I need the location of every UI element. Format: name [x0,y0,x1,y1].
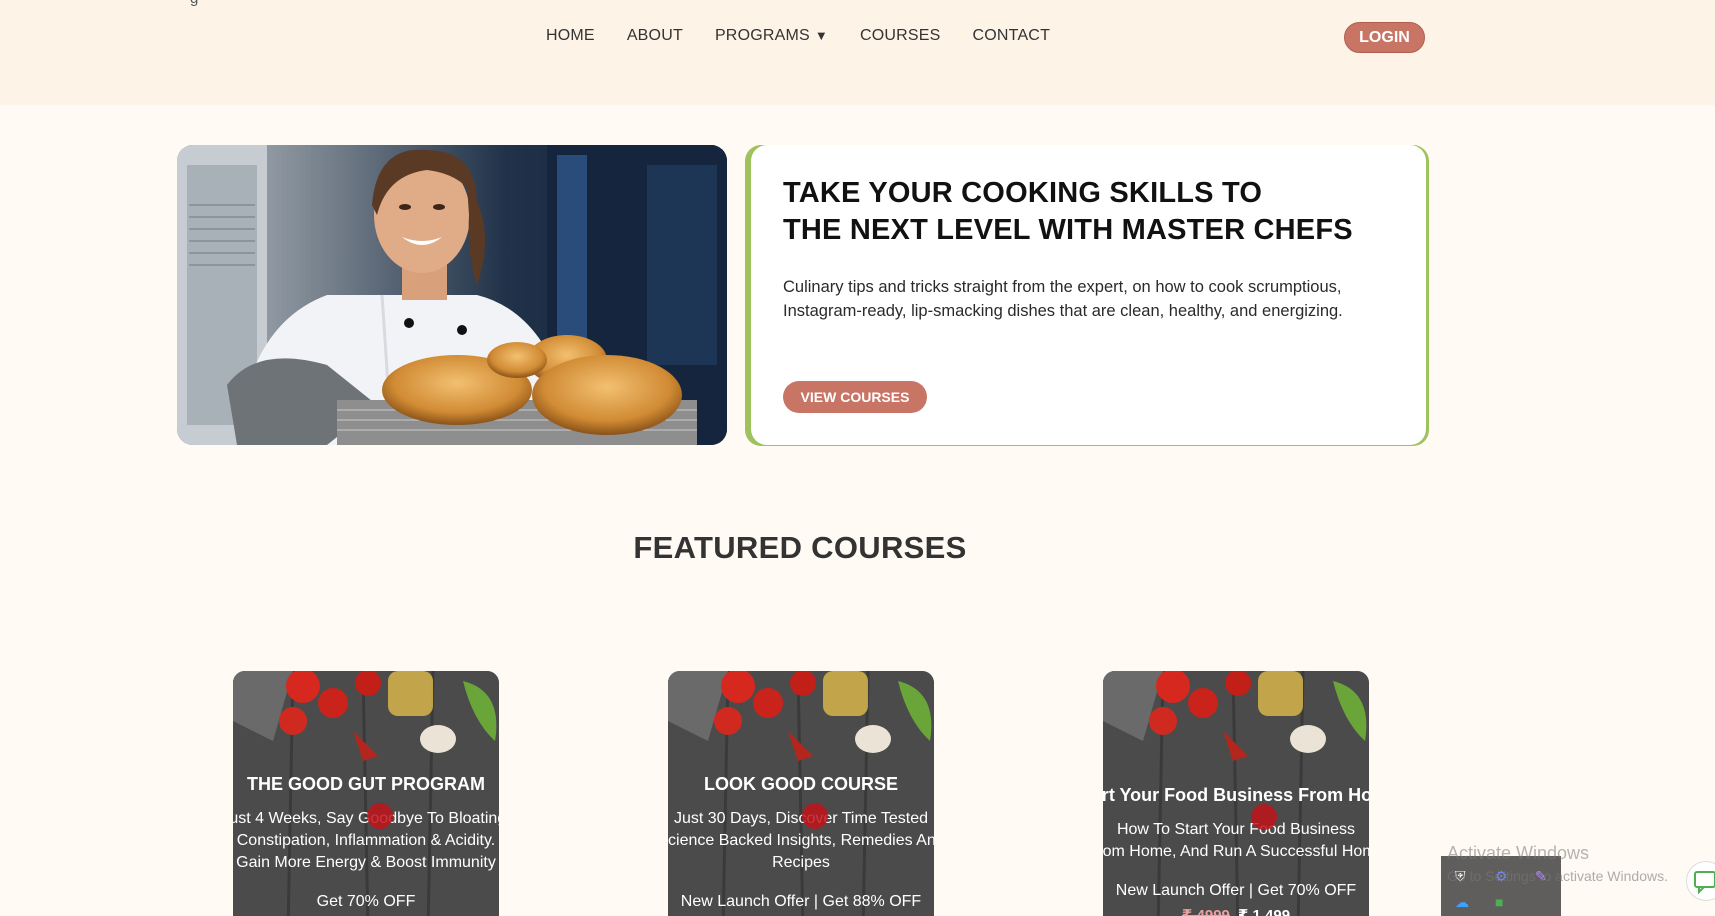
activate-windows-subtitle: Go to Settings to activate Windows. [1447,868,1668,884]
green-app-icon[interactable]: ■ [1495,894,1503,910]
red-dot-marker [802,803,828,829]
system-tray-overflow: ⛨ ⚙ ✎ ☁ ■ [1441,856,1561,916]
nav-about[interactable]: ABOUT [627,27,683,45]
course-title: LOOK GOOD COURSE [703,774,898,794]
main-nav: HOME ABOUT PROGRAMS ▼ COURSES CONTACT [546,27,1050,45]
course-desc-line: Just 4 Weeks, Say Goodbye To Bloating, [233,810,499,827]
chat-widget-button[interactable] [1686,861,1715,901]
red-dot-marker [367,803,393,829]
view-courses-button[interactable]: VIEW COURSES [783,381,927,413]
course-card-good-gut[interactable]: THE GOOD GUT PROGRAM Just 4 Weeks, Say G… [233,671,499,916]
nav-programs[interactable]: PROGRAMS ▼ [715,27,828,45]
cloud-icon[interactable]: ☁ [1455,894,1469,911]
course-desc-line: Recipes [772,854,830,871]
hero-image-chef [177,145,727,445]
chef-illustration [177,145,727,445]
course-title: Start Your Food Business From Home [1103,785,1369,805]
red-dot-marker [1251,804,1277,830]
nav-home[interactable]: HOME [546,27,595,45]
hero-title-line-1: TAKE YOUR COOKING SKILLS TO [783,177,1263,209]
nav-programs-label: PROGRAMS [714,27,810,44]
nav-courses[interactable]: COURSES [860,27,941,45]
course-card-look-good[interactable]: LOOK GOOD COURSE Just 30 Days, Discover … [668,671,934,916]
course-price-old: ₹ 4999 [1181,907,1230,916]
course-title: THE GOOD GUT PROGRAM [247,774,485,794]
course-desc-line: Constipation, Inflammation & Acidity. [236,832,496,849]
course-description: How To Start Your Food Business From Hom… [1103,819,1369,863]
site-header: g HOME ABOUT PROGRAMS ▼ COURSES CONTACT L… [0,0,1715,105]
hero-title-line-2: THE NEXT LEVEL WITH MASTER CHEFS [783,214,1353,246]
course-price: ₹ 4999 ₹ 1,499 [1103,906,1369,916]
course-desc-line: How To Start Your Food Business [1116,821,1356,838]
nav-contact[interactable]: CONTACT [973,27,1051,45]
hero-card: TAKE YOUR COOKING SKILLS TO THE NEXT LEV… [751,145,1426,445]
course-desc-line: Gain More Energy & Boost Immunity [236,854,496,871]
activate-windows-title: Activate Windows [1447,843,1590,863]
course-desc-line: Science Backed Insights, Remedies And [668,832,934,849]
course-card-food-business[interactable]: Start Your Food Business From Home How T… [1103,671,1369,916]
course-price-new: ₹ 1,499 [1237,907,1291,916]
caret-down-icon: ▼ [814,28,828,43]
course-desc-line: From Home, And Run A Successful Home [1103,843,1369,860]
logo-fragment[interactable]: g [190,0,198,7]
hero-title: TAKE YOUR COOKING SKILLS TO THE NEXT LEV… [783,175,1403,249]
login-button[interactable]: LOGIN [1344,22,1425,53]
course-offer: Get 70% OFF [316,893,416,910]
course-description: Just 4 Weeks, Say Goodbye To Bloating, C… [233,808,499,874]
hero-description: Culinary tips and tricks straight from t… [783,278,1343,320]
chat-icon [1694,871,1715,895]
featured-courses-heading: FEATURED COURSES [633,530,967,565]
course-offer: New Launch Offer | Get 70% OFF [1115,882,1357,899]
course-offer: New Launch Offer | Get 88% OFF [680,893,922,910]
course-desc-line: Just 30 Days, Discover Time Tested [673,810,929,827]
course-description: Just 30 Days, Discover Time Tested Scien… [668,808,934,874]
